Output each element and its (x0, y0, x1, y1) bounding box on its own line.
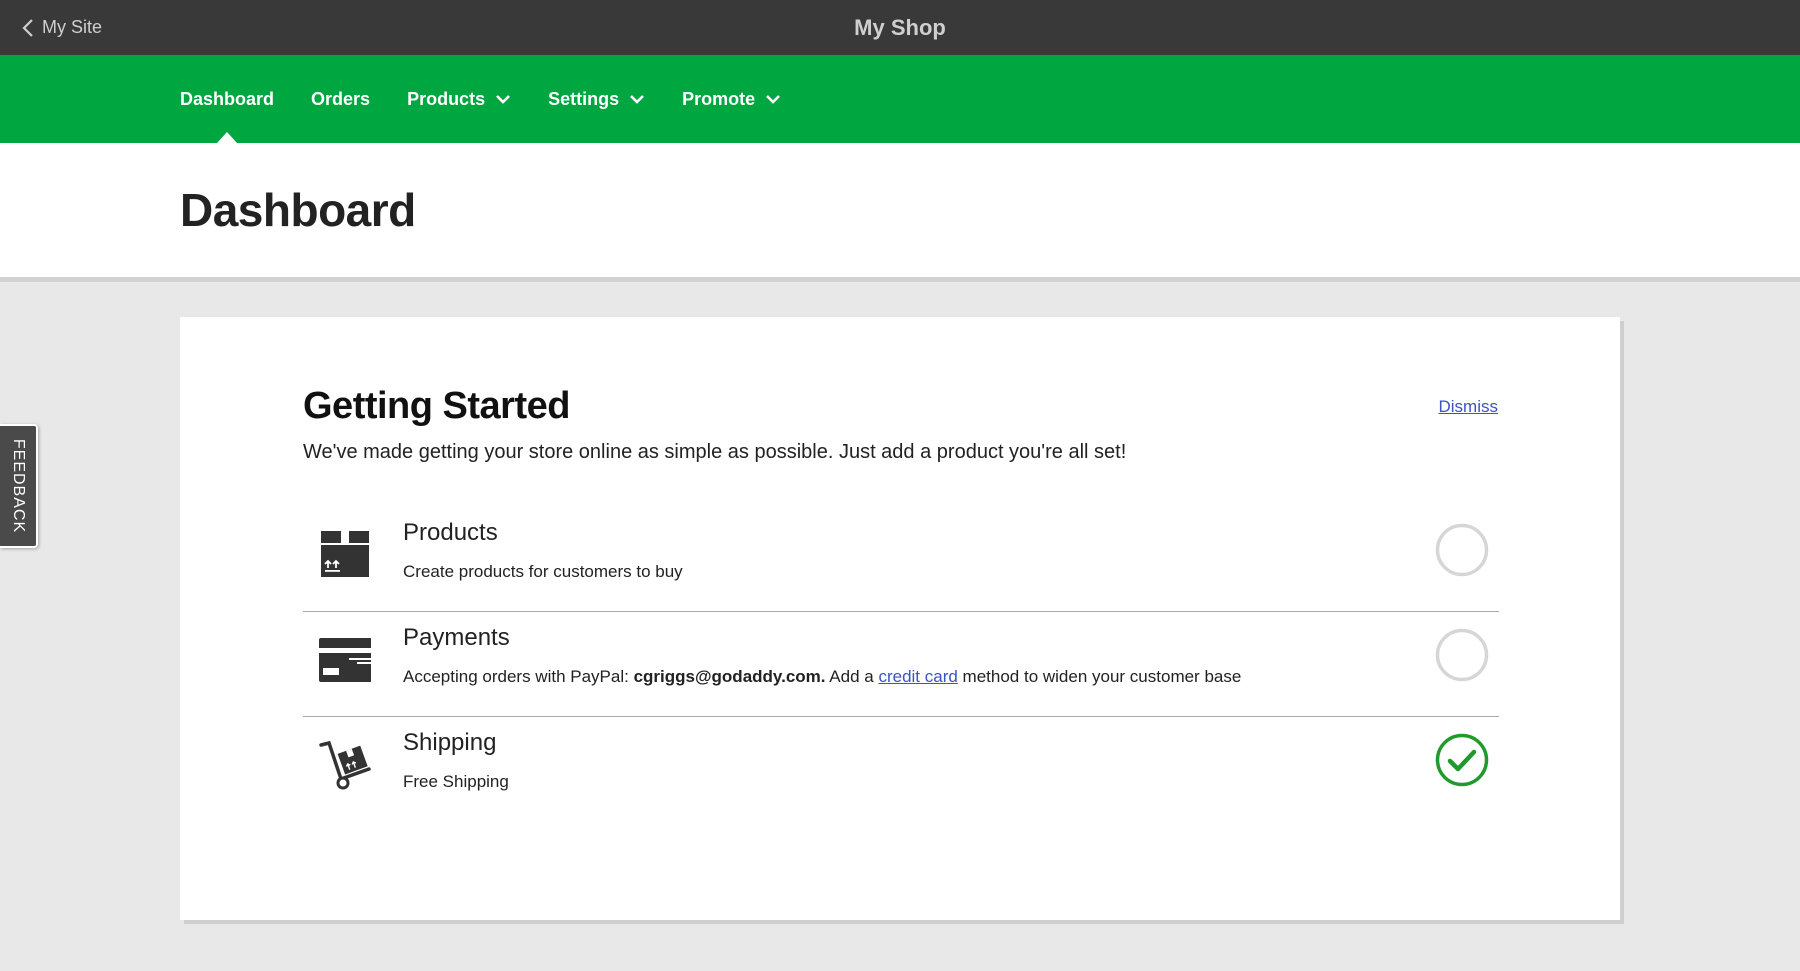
feedback-tab[interactable]: FEEDBACK (0, 424, 38, 548)
task-products-description: Create products for customers to buy (403, 562, 683, 581)
getting-started-title: Getting Started (303, 385, 570, 427)
credit-card-link[interactable]: credit card (878, 667, 957, 686)
incomplete-circle-icon (1435, 523, 1489, 577)
page-title: Dashboard (180, 184, 416, 236)
task-products[interactable]: Products Create products for customers t… (303, 507, 1499, 612)
nav-dashboard-label: Dashboard (180, 88, 275, 109)
hand-truck-icon (319, 740, 371, 790)
top-bar: My Site My Shop (0, 0, 1800, 55)
nav-dashboard[interactable]: Dashboard (180, 55, 274, 143)
task-products-title: Products (403, 519, 498, 546)
nav-orders-label: Orders (311, 88, 371, 109)
paypal-email: cgriggs@godaddy.com. (633, 667, 826, 686)
site-title: My Shop (854, 14, 946, 40)
task-payments-description: Accepting orders with PayPal: cgriggs@go… (403, 667, 1241, 687)
payments-desc-suffix: method to widen your customer base (957, 667, 1242, 686)
payments-desc-prefix: Accepting orders with PayPal: (403, 667, 634, 686)
nav-orders[interactable]: Orders (311, 55, 370, 143)
nav-settings[interactable]: Settings (548, 55, 645, 143)
task-payments[interactable]: Payments Accepting orders with PayPal: c… (303, 612, 1499, 717)
chevron-down-icon (496, 95, 510, 104)
chevron-down-icon (766, 95, 781, 104)
nav-settings-label: Settings (548, 88, 620, 109)
dismiss-link[interactable]: Dismiss (1439, 397, 1499, 417)
getting-started-card: Getting Started Dismiss We've made getti… (180, 317, 1620, 920)
nav-products-label: Products (407, 88, 486, 109)
page-header: Dashboard (0, 143, 1800, 282)
payments-desc-mid: Add a (825, 667, 879, 686)
task-list: Products Create products for customers t… (303, 507, 1499, 821)
task-shipping-description: Free Shipping (403, 772, 509, 791)
getting-started-subtitle: We've made getting your store online as … (303, 441, 1127, 463)
nav-products[interactable]: Products (407, 55, 511, 143)
incomplete-circle-icon (1435, 628, 1489, 682)
nav-promote[interactable]: Promote (682, 55, 781, 143)
feedback-label: FEEDBACK (10, 438, 27, 534)
credit-card-icon (319, 638, 371, 682)
task-shipping[interactable]: Shipping Free Shipping (303, 717, 1499, 821)
task-shipping-title: Shipping (403, 729, 497, 756)
task-payments-title: Payments (403, 624, 510, 651)
main-nav: Dashboard Orders Products Settings Promo… (0, 55, 1800, 143)
chevron-down-icon (630, 95, 645, 104)
package-icon (321, 531, 369, 577)
nav-promote-label: Promote (682, 88, 756, 109)
check-circle-icon (1435, 733, 1489, 787)
